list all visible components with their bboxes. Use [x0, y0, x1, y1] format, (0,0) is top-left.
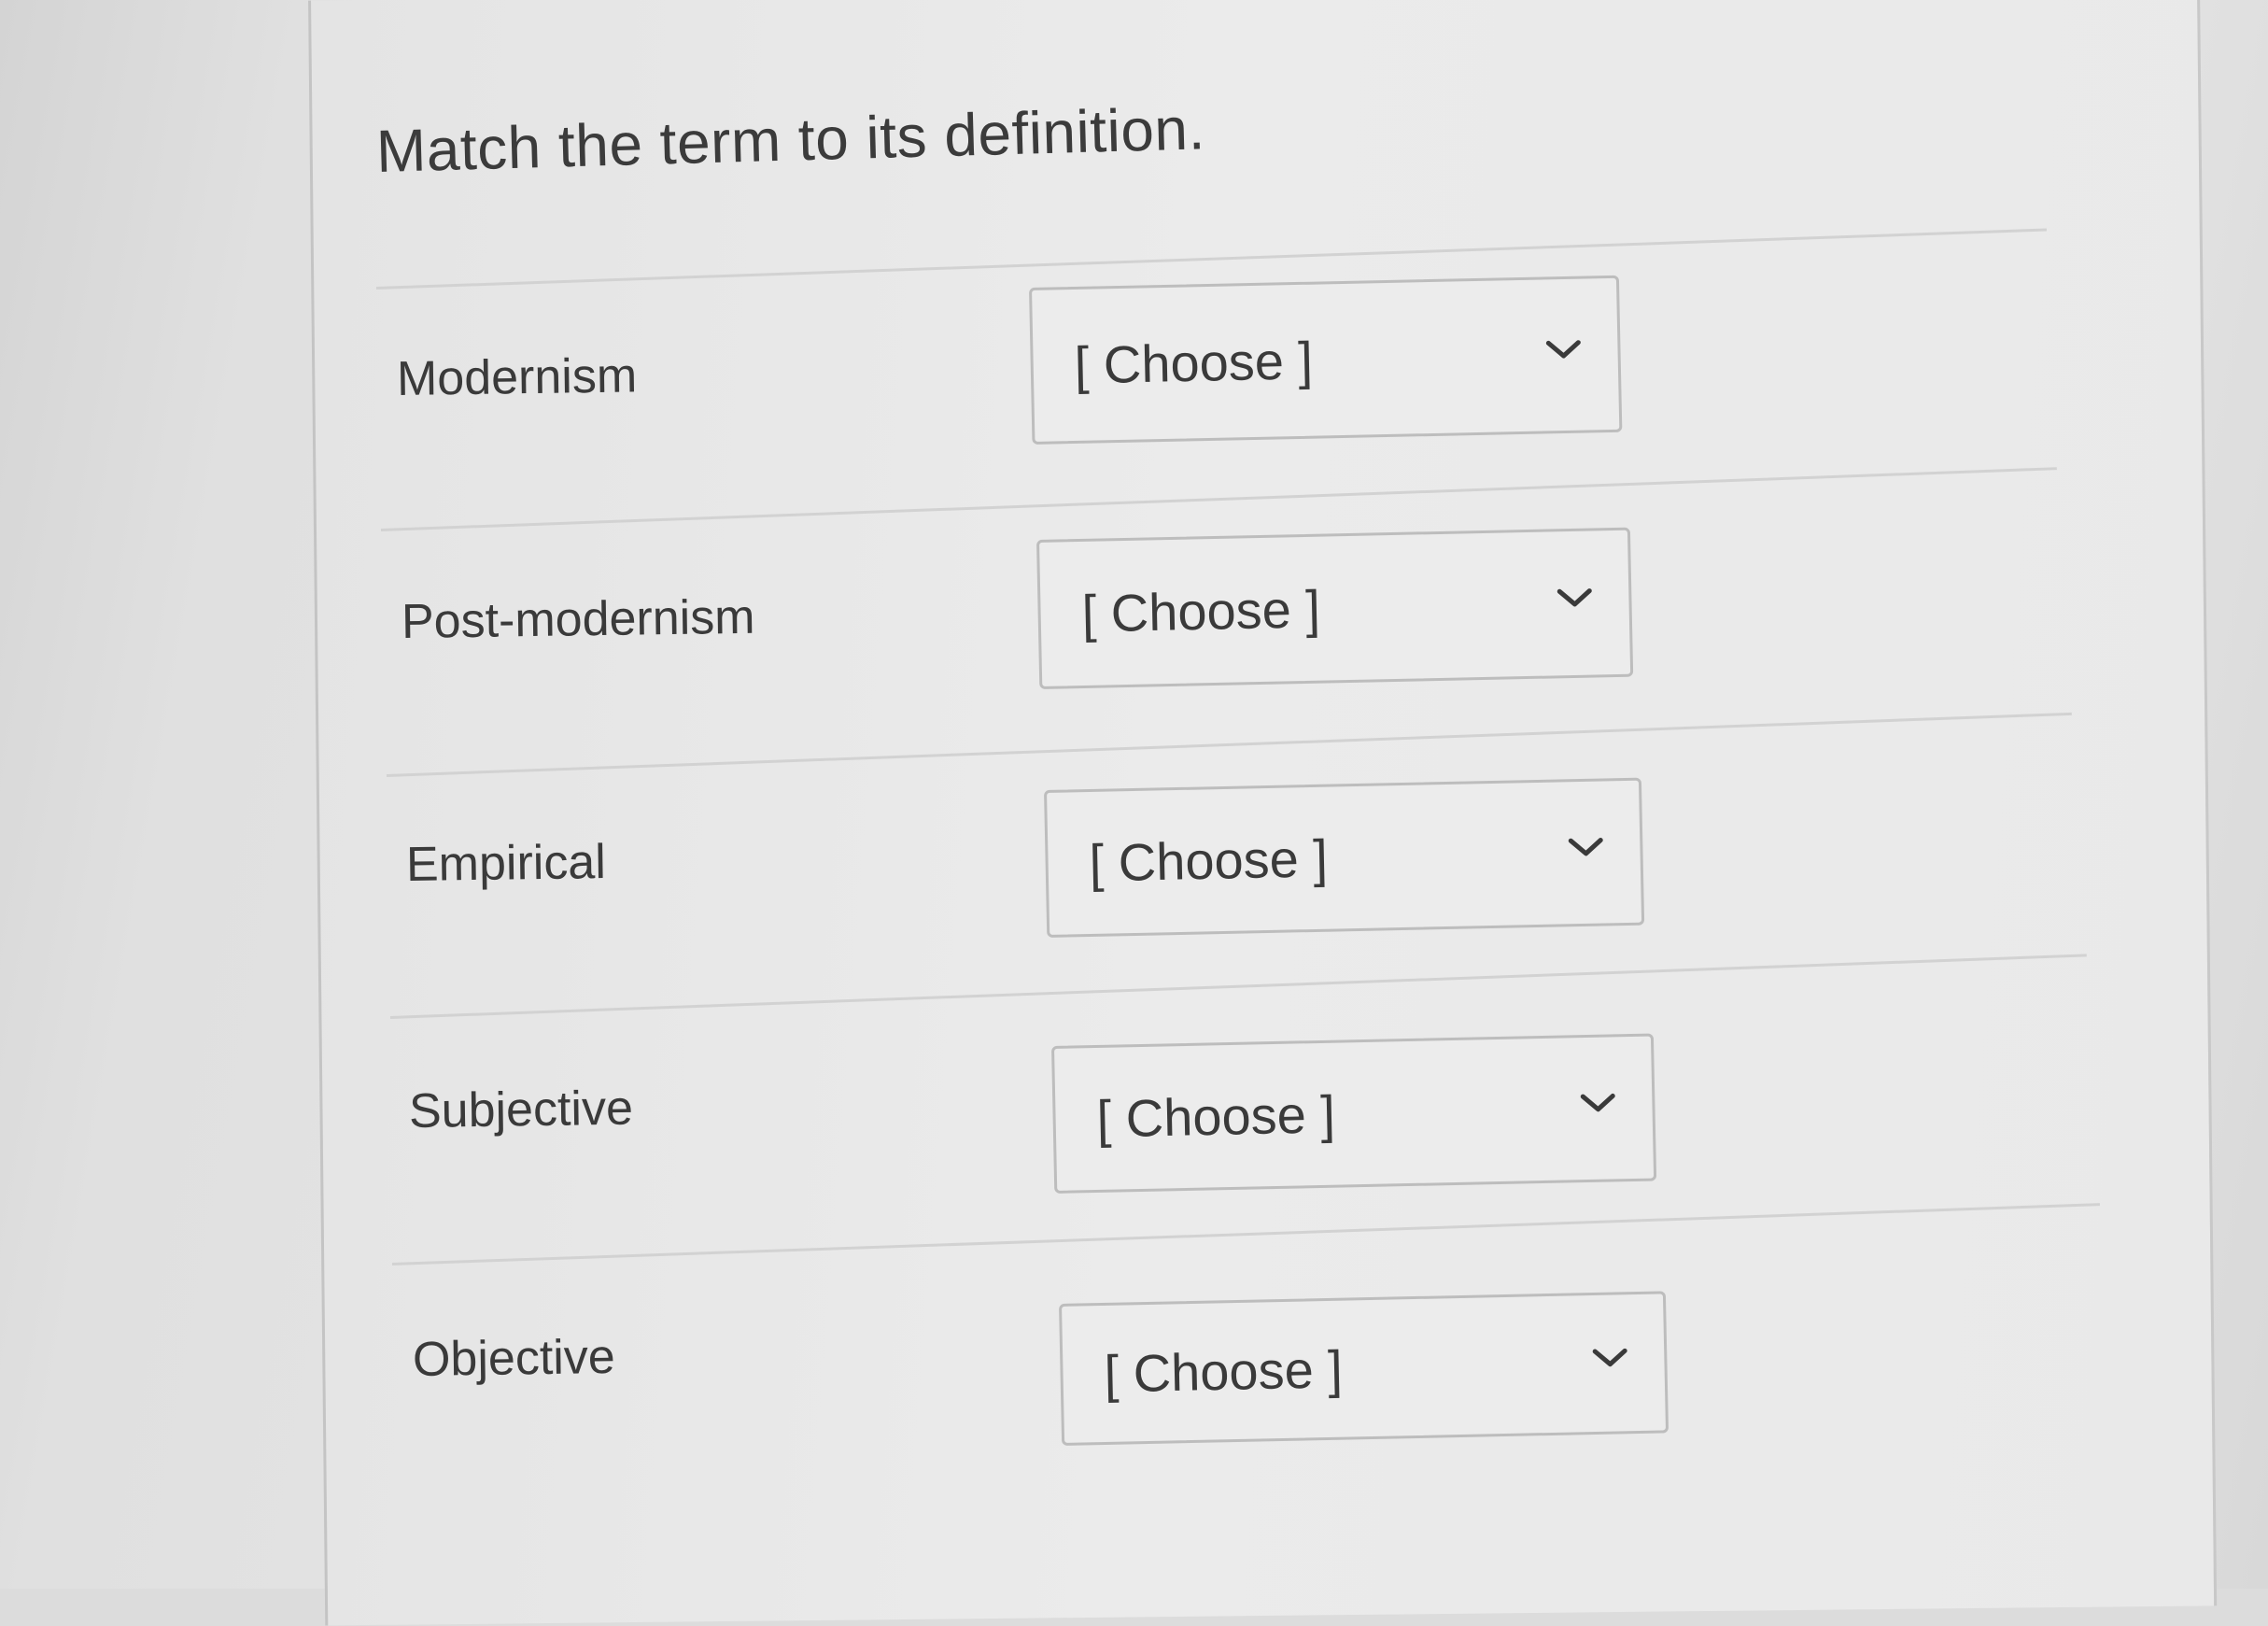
definition-select-modernism[interactable]: [ Choose ]	[1029, 275, 1623, 445]
definition-select-post-modernism[interactable]: [ Choose ]	[1036, 527, 1634, 689]
chevron-down-icon	[1543, 335, 1585, 364]
term-label-post-modernism: Post-modernism	[401, 589, 755, 649]
term-label-modernism: Modernism	[396, 348, 638, 406]
definition-select-subjective[interactable]: [ Choose ]	[1051, 1033, 1657, 1194]
chevron-down-icon	[1565, 832, 1607, 861]
term-label-subjective: Subjective	[408, 1081, 634, 1138]
select-value: [ Choose ]	[1081, 579, 1321, 643]
term-label-empirical: Empirical	[405, 835, 607, 892]
select-value: [ Choose ]	[1095, 1084, 1336, 1149]
select-value: [ Choose ]	[1088, 828, 1329, 893]
term-label-objective: Objective	[412, 1329, 616, 1387]
chevron-down-icon	[1577, 1088, 1619, 1117]
chevron-down-icon	[1554, 583, 1596, 612]
definition-select-objective[interactable]: [ Choose ]	[1059, 1291, 1669, 1446]
screen-background: Match the term to its definition. Modern…	[0, 0, 2268, 1626]
chevron-down-icon	[1589, 1343, 1631, 1372]
definition-select-empirical[interactable]: [ Choose ]	[1044, 777, 1645, 938]
select-value: [ Choose ]	[1103, 1339, 1344, 1404]
select-value: [ Choose ]	[1074, 331, 1314, 395]
